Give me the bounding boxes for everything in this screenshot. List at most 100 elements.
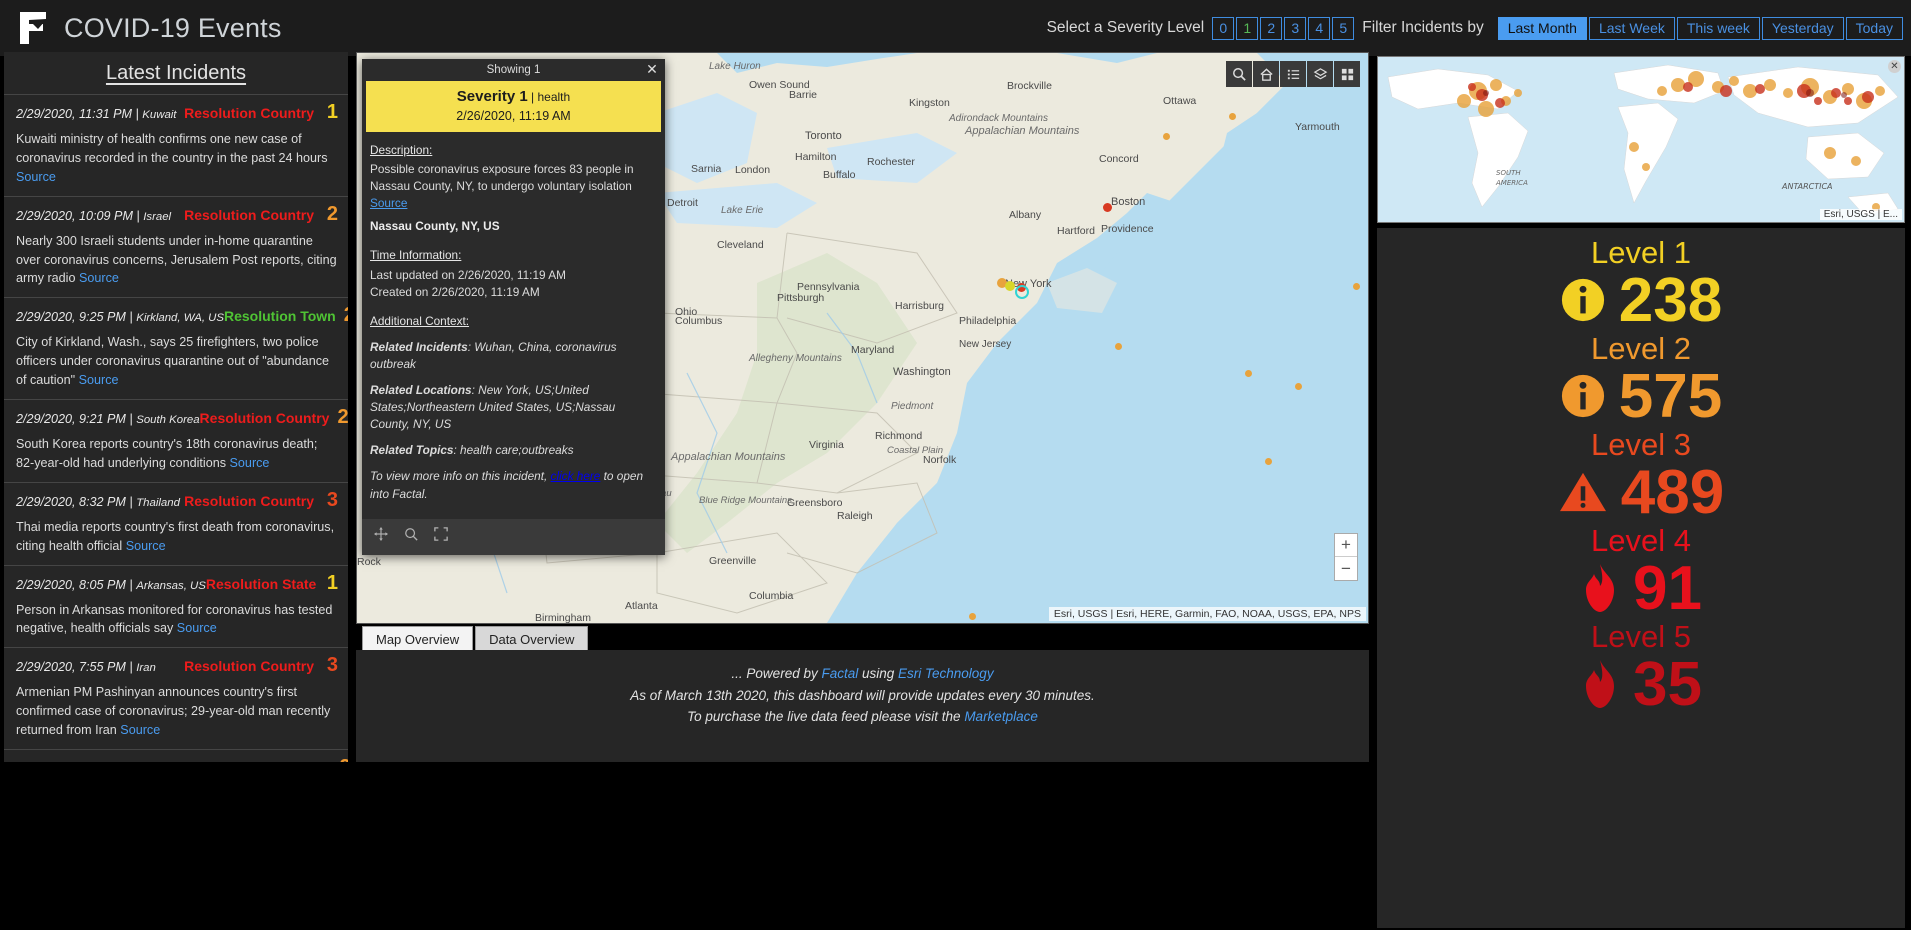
- layers-icon[interactable]: [1307, 61, 1333, 87]
- severity-level-count: 238: [1619, 269, 1722, 332]
- incident-list-item[interactable]: 2/29/2020, 10:09 PM | IsraelResolution C…: [4, 196, 348, 298]
- incident-source-link[interactable]: Source: [230, 456, 270, 470]
- filter-last-week[interactable]: Last Week: [1589, 17, 1675, 40]
- esri-technology-link[interactable]: Esri Technology: [898, 666, 994, 681]
- world-overview-map[interactable]: ANTARCTICA SOUTH AMERICA ✕ Esri, USGS | …: [1377, 56, 1905, 223]
- incident-list-item[interactable]: 2/29/2020, 11:31 PM | KuwaitResolution C…: [4, 94, 348, 196]
- severity-selector-label: Select a Severity Level: [1047, 19, 1205, 37]
- zoom-to-icon[interactable]: [404, 527, 418, 546]
- zoom-in-button[interactable]: +: [1335, 534, 1357, 557]
- incident-resolution-badge: Resolution Country: [200, 410, 338, 426]
- filter-last-month[interactable]: Last Month: [1498, 17, 1587, 40]
- incident-description: Thai media reports country's first death…: [16, 518, 338, 556]
- legend-icon[interactable]: [1280, 61, 1306, 87]
- map-toolbar: [1226, 61, 1360, 87]
- filter-today[interactable]: Today: [1846, 17, 1903, 40]
- incident-list-item[interactable]: 2/29/2020, 8:05 PM | Arkansas, USResolut…: [4, 565, 348, 648]
- severity-button-2[interactable]: 2: [1260, 17, 1282, 40]
- incident-list-item[interactable]: 2/29/2020, 7:55 PM | IranResolution Coun…: [4, 647, 348, 749]
- expand-icon[interactable]: [434, 527, 448, 546]
- popup-severity-title: Severity 1 | health: [370, 88, 657, 105]
- map-incident-dot[interactable]: [1353, 283, 1360, 290]
- severity-button-0[interactable]: 0: [1212, 17, 1234, 40]
- incident-resolution-badge: Resolution Country: [184, 658, 322, 674]
- incident-source-link[interactable]: Source: [16, 170, 56, 184]
- map-place-label: Toronto: [805, 130, 842, 142]
- incident-description: Nearly 300 Israeli students under in-hom…: [16, 232, 338, 289]
- main-map[interactable]: Lake HuronOwen SoundBarrieKingstonBrockv…: [356, 52, 1369, 624]
- footer-line-1: ... Powered by Factal using Esri Technol…: [356, 663, 1369, 685]
- marketplace-link[interactable]: Marketplace: [964, 709, 1038, 724]
- map-incident-dot[interactable]: [1245, 370, 1252, 377]
- severity-level-count: 91: [1633, 557, 1702, 620]
- incident-source-link[interactable]: Source: [126, 539, 166, 553]
- severity-button-4[interactable]: 4: [1308, 17, 1330, 40]
- close-icon[interactable]: ✕: [1888, 60, 1901, 73]
- incident-source-link[interactable]: Source: [120, 723, 160, 737]
- popup-more-info-link[interactable]: click here: [551, 469, 601, 483]
- severity-button-3[interactable]: 3: [1284, 17, 1306, 40]
- filter-label: Filter Incidents by: [1362, 19, 1483, 37]
- map-incident-dot[interactable]: [1115, 343, 1122, 350]
- popup-last-updated: Last updated on 2/26/2020, 11:19 AM: [370, 267, 657, 284]
- incident-severity-value: 2: [322, 204, 338, 224]
- incident-source-link[interactable]: Source: [79, 271, 119, 285]
- world-map-attribution: Esri, USGS | E...: [1820, 209, 1902, 220]
- map-incident-dot[interactable]: [1103, 203, 1112, 212]
- incident-list-item[interactable]: 2/29/2020, 9:25 PM | Kirkland, WA, USRes…: [4, 297, 348, 399]
- incident-popup[interactable]: Showing 1 ✕ Severity 1 | health 2/26/202…: [362, 59, 665, 555]
- incident-timestamp-location: 2/29/2020, 8:32 PM | Thailand: [16, 495, 180, 509]
- severity-button-5[interactable]: 5: [1332, 17, 1354, 40]
- incident-list-item[interactable]: 2/29/2020, 8:32 PM | Thailand Resolution …: [4, 482, 348, 565]
- map-incident-dot[interactable]: [1005, 281, 1015, 291]
- popup-place: Nassau County, NY, US: [370, 218, 657, 235]
- pan-icon[interactable]: [374, 527, 388, 546]
- map-place-label: Boston: [1111, 196, 1145, 208]
- search-icon[interactable]: [1226, 61, 1252, 87]
- map-incident-dot[interactable]: [1295, 383, 1302, 390]
- incident-location: Israel: [143, 211, 171, 223]
- incident-source-link[interactable]: Source: [177, 621, 217, 635]
- popup-related-locations: Related Locations: New York, US;United S…: [370, 382, 657, 433]
- map-incident-dot[interactable]: [1265, 458, 1272, 465]
- map-incident-dot[interactable]: [1163, 133, 1170, 140]
- severity-button-1[interactable]: 1: [1236, 17, 1258, 40]
- popup-body: Description: Possible coronavirus exposu…: [362, 132, 665, 509]
- footer-credits: ... Powered by Factal using Esri Technol…: [356, 650, 1369, 762]
- popup-description-source-link[interactable]: Source: [370, 196, 407, 210]
- severity-level-group: 0 1 2 3 4 5: [1212, 17, 1354, 40]
- map-selected-incident[interactable]: [1015, 285, 1029, 299]
- popup-more-info-pre: To view more info on this incident,: [370, 469, 551, 483]
- incident-list: 2/29/2020, 11:31 PM | KuwaitResolution C…: [4, 94, 348, 762]
- map-incident-dot[interactable]: [1229, 113, 1236, 120]
- incident-source-link[interactable]: Source: [79, 373, 119, 387]
- map-place-label: London: [735, 164, 770, 176]
- incident-resolution-badge: Resolution Country: [184, 493, 322, 509]
- map-place-label: Greenville: [709, 555, 756, 567]
- incident-list-item[interactable]: 2/29/2020, 7:42 PM | Hokkaido, JapanReso…: [4, 749, 348, 762]
- map-place-label: Atlanta: [625, 600, 658, 612]
- incident-location: Arkansas, US: [136, 580, 206, 592]
- popup-related-topics-label: Related Topics: [370, 443, 453, 457]
- home-icon[interactable]: [1253, 61, 1279, 87]
- incident-description: Person in Arkansas monitored for coronav…: [16, 601, 338, 639]
- filter-yesterday[interactable]: Yesterday: [1762, 17, 1844, 40]
- incident-description-text: Thai media reports country's first death…: [16, 520, 334, 553]
- basemap-icon[interactable]: [1334, 61, 1360, 87]
- incident-severity-value: 2: [337, 407, 348, 427]
- close-icon[interactable]: ✕: [645, 62, 659, 76]
- map-place-label: Lake Erie: [721, 205, 763, 216]
- incident-header: 2/29/2020, 9:21 PM | South KoreaResoluti…: [16, 407, 338, 427]
- map-incident-dot[interactable]: [969, 613, 976, 620]
- incident-resolution-badge: Resolution State: [206, 576, 324, 592]
- incident-location: Kuwait: [142, 109, 176, 121]
- incident-list-item[interactable]: 2/29/2020, 9:21 PM | South KoreaResoluti…: [4, 399, 348, 482]
- filter-this-week[interactable]: This week: [1677, 17, 1760, 40]
- latest-incidents-panel[interactable]: Latest Incidents 2/29/2020, 11:31 PM | K…: [4, 52, 348, 762]
- popup-related-incidents-label: Related Incidents: [370, 340, 468, 354]
- map-zoom-controls: + −: [1334, 533, 1358, 581]
- factual-link[interactable]: Factal: [821, 666, 858, 681]
- severity-stats-list: Level 1238Level 2575Level 3489Level 491L…: [1377, 236, 1905, 716]
- popup-category: health: [537, 90, 570, 104]
- zoom-out-button[interactable]: −: [1335, 557, 1357, 580]
